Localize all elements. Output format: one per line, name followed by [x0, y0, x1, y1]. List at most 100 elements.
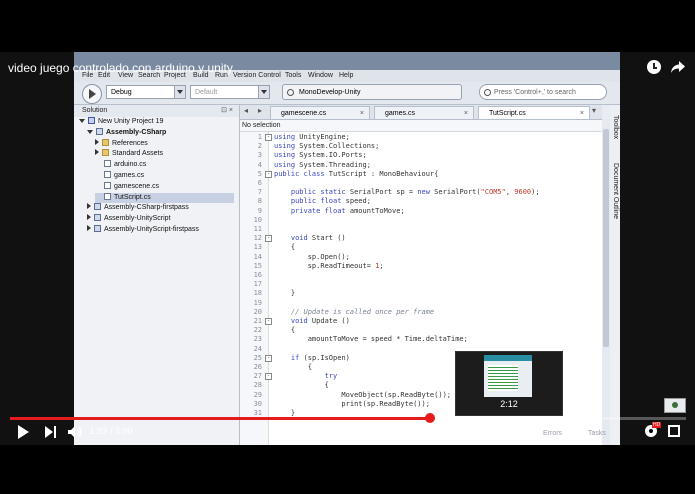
tree-item[interactable]: Assembly-CSharp-firstpass — [87, 203, 234, 213]
volume-icon[interactable] — [67, 425, 83, 439]
run-button[interactable] — [82, 84, 102, 104]
line-number: 24 — [253, 344, 262, 353]
expand-down-icon[interactable] — [87, 129, 93, 134]
progress-bar[interactable] — [10, 413, 686, 423]
menu-item-help[interactable]: Help — [339, 70, 353, 82]
annotation-icon[interactable] — [664, 398, 686, 413]
tree-item[interactable]: arduino.cs — [95, 160, 234, 170]
solution-icon — [88, 117, 95, 124]
fold-icon[interactable]: - — [265, 373, 272, 381]
document-outline-tab[interactable]: Document Outline — [612, 163, 619, 219]
play-icon[interactable] — [18, 425, 29, 439]
code-line: 18 } — [240, 289, 602, 298]
code-text: try — [324, 372, 338, 381]
code-text: amountToMove = speed * Time.deltaTime; — [274, 335, 468, 344]
tree-item-label: Assembly-UnityScript — [104, 215, 171, 223]
video-title[interactable]: video juego controlado con arduino y uni… — [8, 61, 233, 75]
line-number: 10 — [253, 215, 262, 224]
expand-right-icon[interactable] — [95, 138, 99, 145]
expand-right-icon[interactable] — [87, 214, 91, 221]
code-text: public static SerialPort sp = new Serial… — [290, 188, 540, 197]
config-combo[interactable]: Debug — [106, 85, 186, 99]
line-number: 2 — [257, 142, 262, 151]
pin-icon[interactable]: ⊡ × — [221, 105, 233, 117]
tree-item[interactable]: New Unity Project 19 — [79, 117, 234, 127]
folder-icon — [102, 149, 109, 157]
editor-scrollbar[interactable] — [602, 119, 610, 445]
watch-later-icon[interactable] — [647, 60, 661, 74]
file-icon — [104, 171, 111, 178]
code-text: using UnityEngine; — [274, 133, 350, 141]
code-line: 17 — [240, 280, 602, 289]
seek-preview-thumbnail: 2:12 — [455, 351, 563, 416]
code-text: MoveObject(sp.ReadByte()); — [274, 390, 452, 399]
status-box: MonoDevelop-Unity — [282, 84, 462, 100]
expand-right-icon[interactable] — [95, 149, 99, 156]
platform-combo[interactable]: Default — [190, 85, 270, 99]
close-icon[interactable]: × — [360, 107, 364, 120]
code-line: 11 — [240, 225, 602, 234]
fold-icon[interactable]: - — [265, 235, 272, 243]
next-icon[interactable] — [45, 426, 57, 438]
ide-toolbar: Debug Default MonoDevelop-Unity Press 'C… — [74, 82, 620, 105]
tasks-tab[interactable]: Tasks — [588, 430, 606, 437]
close-icon[interactable]: × — [464, 107, 468, 120]
line-number: 7 — [257, 188, 262, 197]
tab-gamescene[interactable]: gamescene.cs × — [270, 106, 370, 119]
line-number: 20 — [253, 307, 262, 316]
tree-item[interactable]: Assembly-CSharp — [87, 127, 234, 138]
line-number: 13 — [253, 243, 262, 252]
code-line: 12- void Start () — [240, 234, 602, 243]
nav-forward-icon[interactable]: ▸ — [258, 106, 262, 115]
code-line: 15 sp.ReadTimeout= 1; — [240, 262, 602, 271]
tab-list-icon[interactable]: ▾ — [592, 106, 596, 115]
line-number: 29 — [253, 390, 262, 399]
code-text: } — [274, 289, 296, 298]
fold-icon[interactable]: - — [265, 318, 272, 325]
share-icon[interactable] — [670, 60, 686, 74]
expand-down-icon[interactable] — [79, 119, 85, 123]
tab-games[interactable]: games.cs × — [374, 106, 474, 119]
status-icon — [287, 89, 294, 96]
tab-tutscript[interactable]: TutScript.cs × — [478, 106, 590, 119]
tree-item[interactable]: References — [95, 138, 234, 149]
fold-icon[interactable]: - — [265, 354, 272, 362]
time-readout: 1:52 / 3:00 — [90, 426, 133, 436]
tree-item-label: Assembly-CSharp-firstpass — [104, 204, 189, 212]
code-text: sp.Open(); — [274, 252, 350, 261]
tree-item[interactable]: games.cs — [95, 171, 234, 181]
code-line: 3 using System.IO.Ports; — [240, 151, 602, 160]
tree-item[interactable]: Assembly-UnityScript — [87, 214, 234, 224]
video-frame[interactable]: File Edit View Search Project Build Run Version… — [0, 52, 695, 445]
code-line: 7 public static SerialPort sp = new Seri… — [240, 188, 602, 197]
solution-panel: Solution ⊡ × New Unity Project 19 Assembl… — [74, 105, 240, 445]
expand-right-icon[interactable] — [87, 225, 91, 231]
fold-icon[interactable]: - — [265, 134, 272, 141]
solution-header: Solution ⊡ × — [74, 105, 239, 117]
scrollbar-thumb[interactable] — [603, 129, 609, 347]
tree-item[interactable]: Standard Assets — [95, 149, 234, 159]
search-input[interactable]: Press 'Control+,' to search — [479, 84, 607, 100]
code-line: 6 — [240, 179, 602, 188]
tree-item-label: arduino.cs — [114, 161, 147, 169]
nav-back-icon[interactable]: ◂ — [244, 106, 248, 115]
line-number: 17 — [253, 280, 262, 289]
fold-icon[interactable]: - — [265, 170, 272, 178]
menu-item-tools[interactable]: Tools — [285, 70, 301, 82]
code-line: 22 { — [240, 326, 602, 335]
line-number: 25 — [253, 353, 262, 362]
toolbox-tab[interactable]: Toolbox — [612, 115, 619, 139]
status-text: MonoDevelop-Unity — [299, 89, 361, 96]
tree-item[interactable]: gamescene.cs — [95, 181, 234, 192]
expand-right-icon[interactable] — [87, 203, 91, 210]
menu-item-version-control[interactable]: Version Control — [233, 70, 281, 82]
errors-tab[interactable]: Errors — [543, 430, 562, 437]
played-bar — [10, 417, 431, 420]
fullscreen-icon[interactable] — [668, 425, 680, 437]
close-icon[interactable]: × — [580, 107, 584, 120]
tree-item[interactable]: TutScript.cs — [95, 192, 234, 203]
tree-item[interactable]: Assembly-UnityScript-firstpass — [87, 225, 234, 235]
right-dock-strip: Toolbox Document Outline — [610, 105, 620, 445]
code-text: using System.Threading; — [274, 160, 371, 169]
menu-item-window[interactable]: Window — [308, 70, 333, 82]
